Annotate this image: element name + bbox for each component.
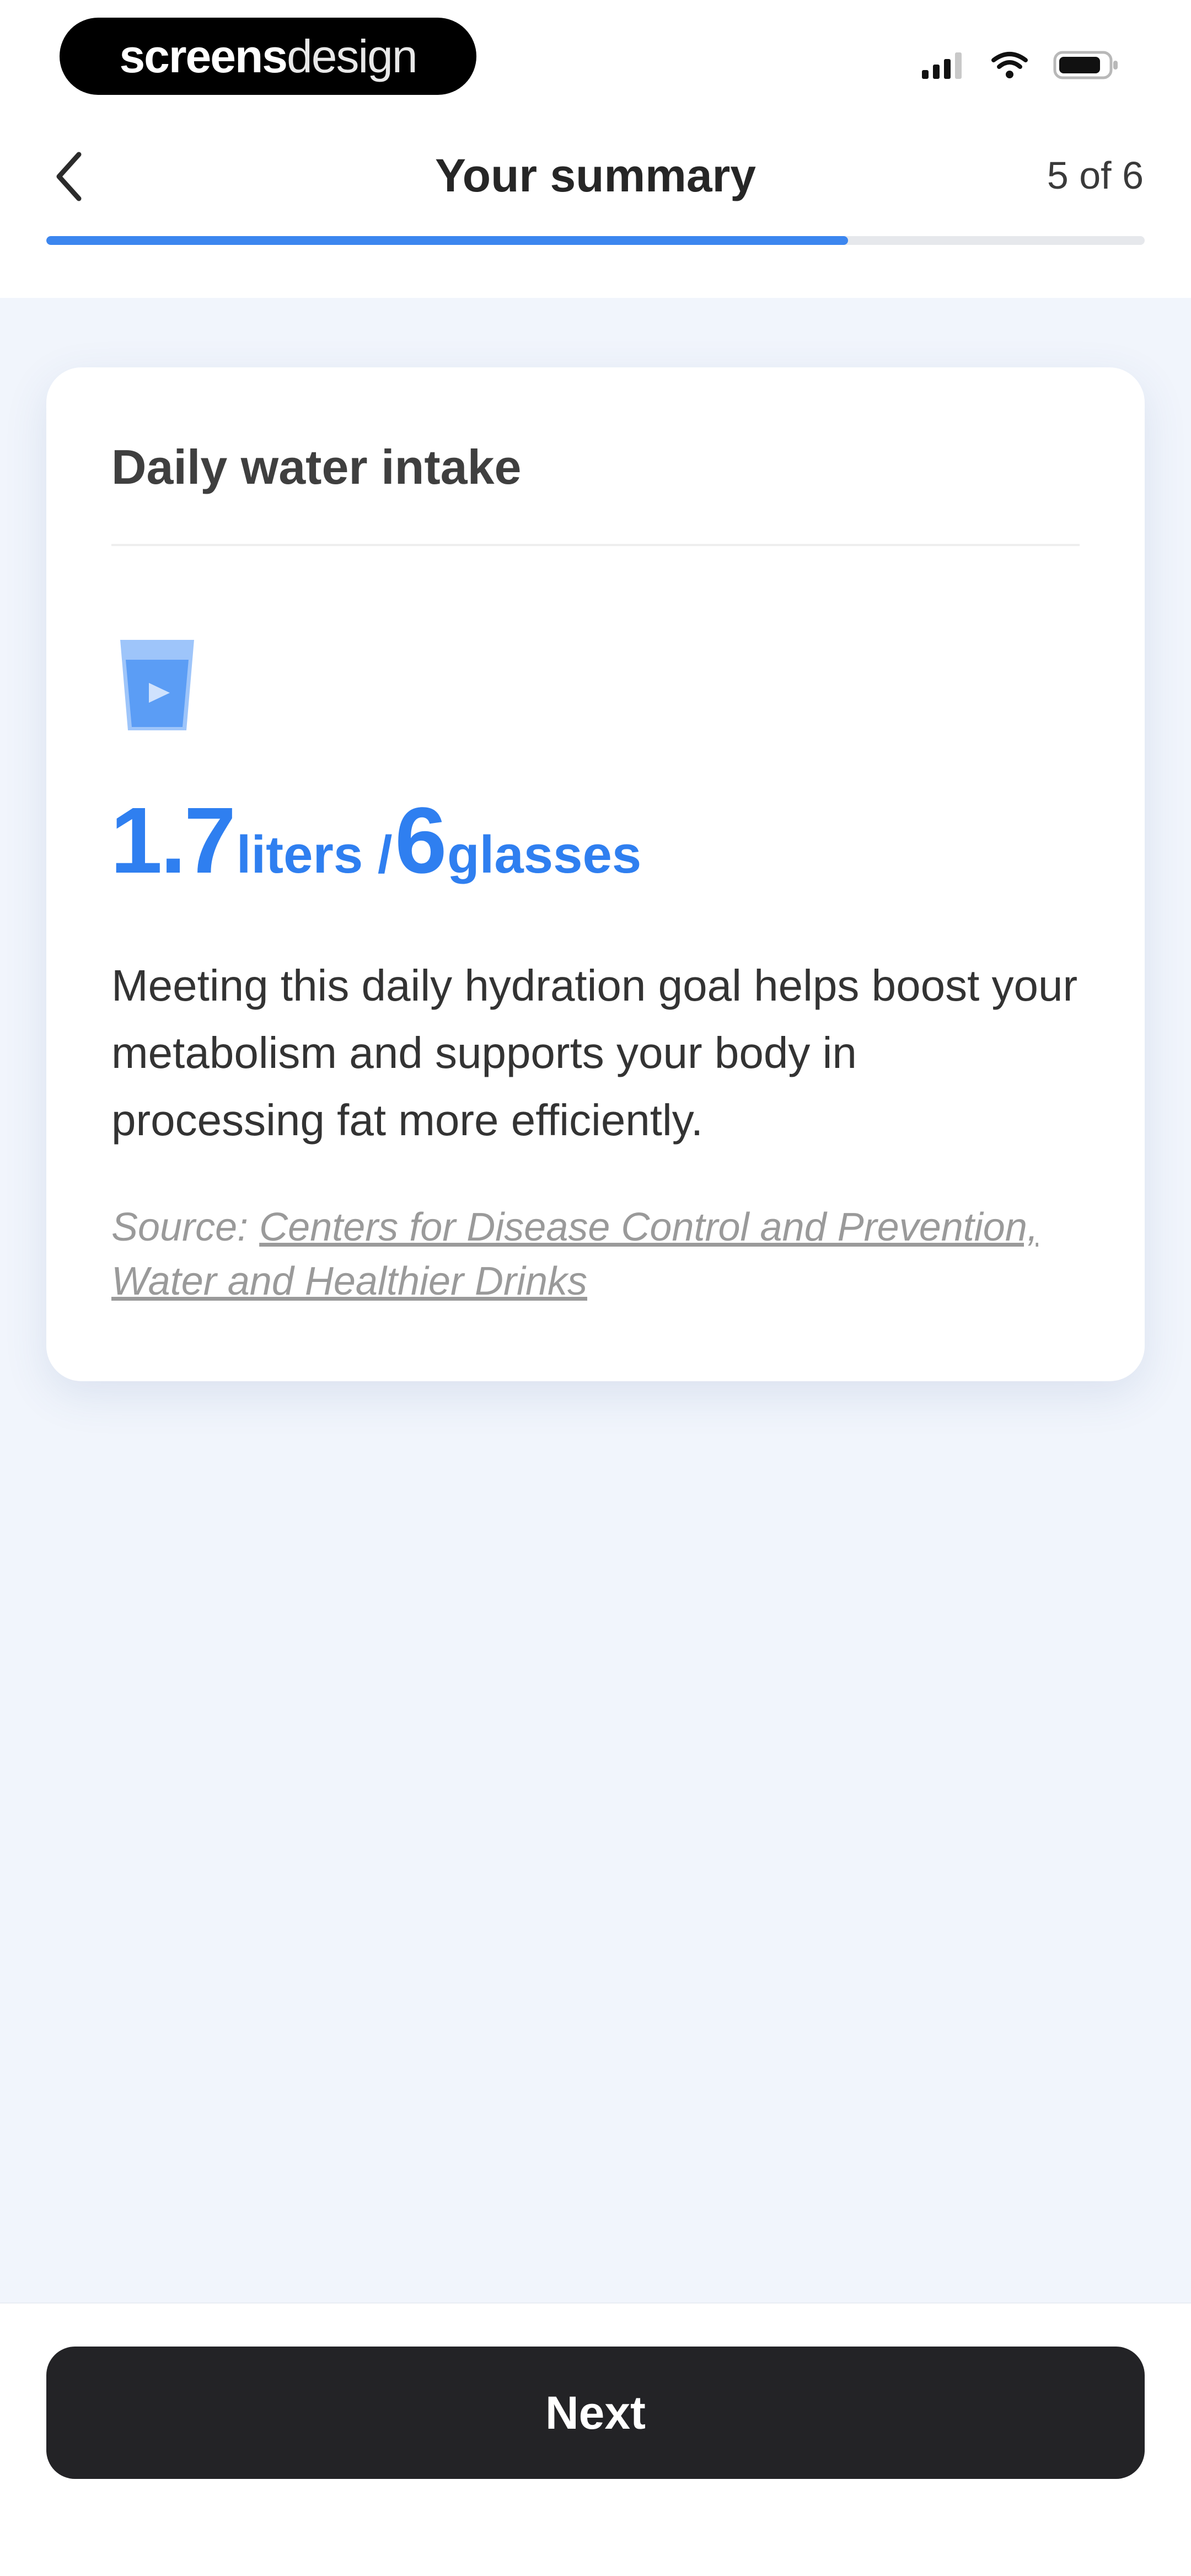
- wifi-icon: [991, 52, 1028, 78]
- liters-value: 1.7: [110, 788, 236, 893]
- progress-fill: [46, 236, 849, 245]
- water-intake-value: 1.7 liters / 6 glasses: [110, 787, 641, 895]
- cellular-signal-icon: [922, 52, 962, 79]
- glasses-unit: glasses: [447, 825, 642, 884]
- card-title: Daily water intake: [111, 440, 522, 494]
- screensdesign-logo: screens design: [60, 18, 476, 95]
- progress-bar: [46, 236, 1145, 245]
- liters-unit: liters /: [236, 825, 393, 884]
- divider: [111, 544, 1080, 546]
- status-bar: screens design: [0, 0, 1191, 121]
- source-note: Source: Centers for Disease Control and …: [111, 1200, 1082, 1308]
- source-link[interactable]: Centers for Disease Control and Preventi…: [111, 1205, 1038, 1303]
- logo-light-text: design: [287, 30, 418, 82]
- water-glass-icon: [120, 640, 194, 730]
- battery-icon: [1053, 51, 1118, 79]
- next-button[interactable]: Next: [46, 2347, 1145, 2479]
- card-description: Meeting this daily hydration goal helps …: [111, 961, 1078, 1145]
- logo-bold-text: screens: [119, 30, 288, 82]
- system-icons: [922, 51, 1119, 79]
- page-title: Your summary: [435, 149, 756, 201]
- glasses-value: 6: [395, 788, 447, 893]
- step-counter: 5 of 6: [1047, 154, 1144, 197]
- header: Your summary 5 of 6: [0, 121, 1191, 298]
- footer: Next: [0, 2304, 1191, 2576]
- water-intake-card: Daily water intake 1.7 liters / 6 glasse…: [46, 367, 1145, 1381]
- source-label: Source:: [111, 1205, 249, 1249]
